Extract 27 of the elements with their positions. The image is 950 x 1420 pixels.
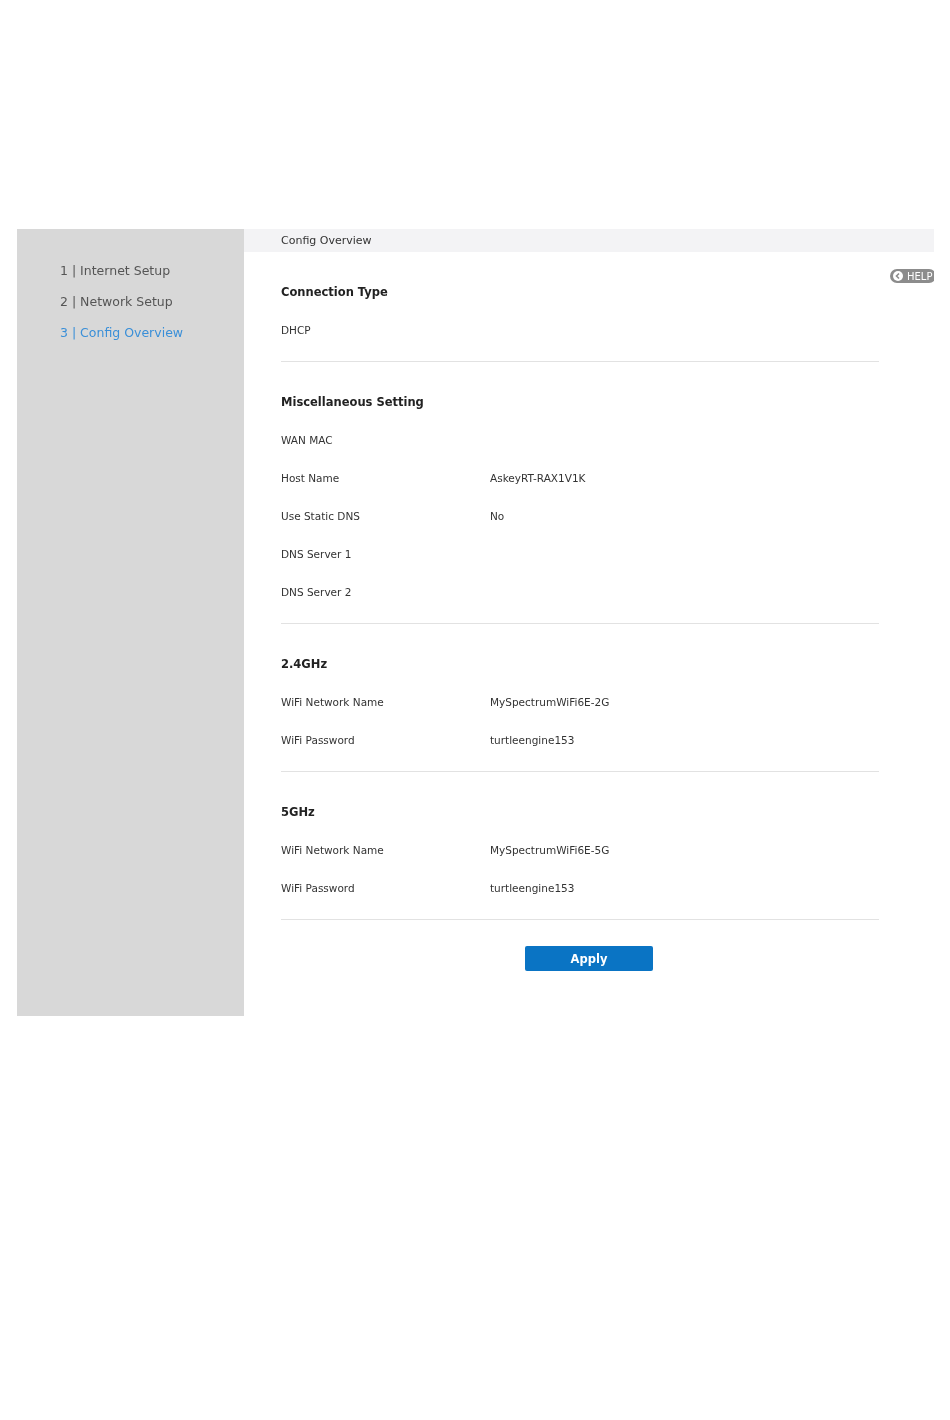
step-link[interactable]: 3 | Config Overview bbox=[60, 317, 244, 348]
field-label: DHCP bbox=[281, 324, 312, 336]
field-value: turtleengine153 bbox=[490, 734, 575, 746]
field-label: DNS Server 1 bbox=[281, 548, 353, 560]
section-heading: 2.4GHz bbox=[281, 657, 328, 671]
section-heading: Connection Type bbox=[281, 285, 388, 299]
field-value: MySpectrumWiFi6E-5G bbox=[490, 844, 610, 856]
page-title: Config Overview bbox=[281, 234, 372, 247]
field-label: Use Static DNS bbox=[281, 510, 361, 522]
apply-button[interactable]: Apply bbox=[525, 946, 653, 971]
step-link[interactable]: 1 | Internet Setup bbox=[60, 255, 244, 286]
field-value: No bbox=[490, 510, 505, 522]
help-button[interactable]: HELP bbox=[890, 269, 934, 283]
field-label: WiFi Network Name bbox=[281, 844, 385, 856]
section-heading: 5GHz bbox=[281, 805, 315, 819]
field-label: WiFi Password bbox=[281, 734, 356, 746]
field-label: WiFi Password bbox=[281, 882, 356, 894]
field-value: MySpectrumWiFi6E-2G bbox=[490, 696, 610, 708]
field-value: AskeyRT-RAX1V1K bbox=[490, 472, 586, 484]
section-heading: Miscellaneous Setting bbox=[281, 395, 424, 409]
step-link[interactable]: 2 | Network Setup bbox=[60, 286, 244, 317]
field-value: turtleengine153 bbox=[490, 882, 575, 894]
back-arrow-icon bbox=[893, 271, 903, 281]
field-label: DNS Server 2 bbox=[281, 586, 353, 598]
field-label: WiFi Network Name bbox=[281, 696, 385, 708]
field-label: WAN MAC bbox=[281, 434, 334, 446]
field-label: Host Name bbox=[281, 472, 341, 484]
